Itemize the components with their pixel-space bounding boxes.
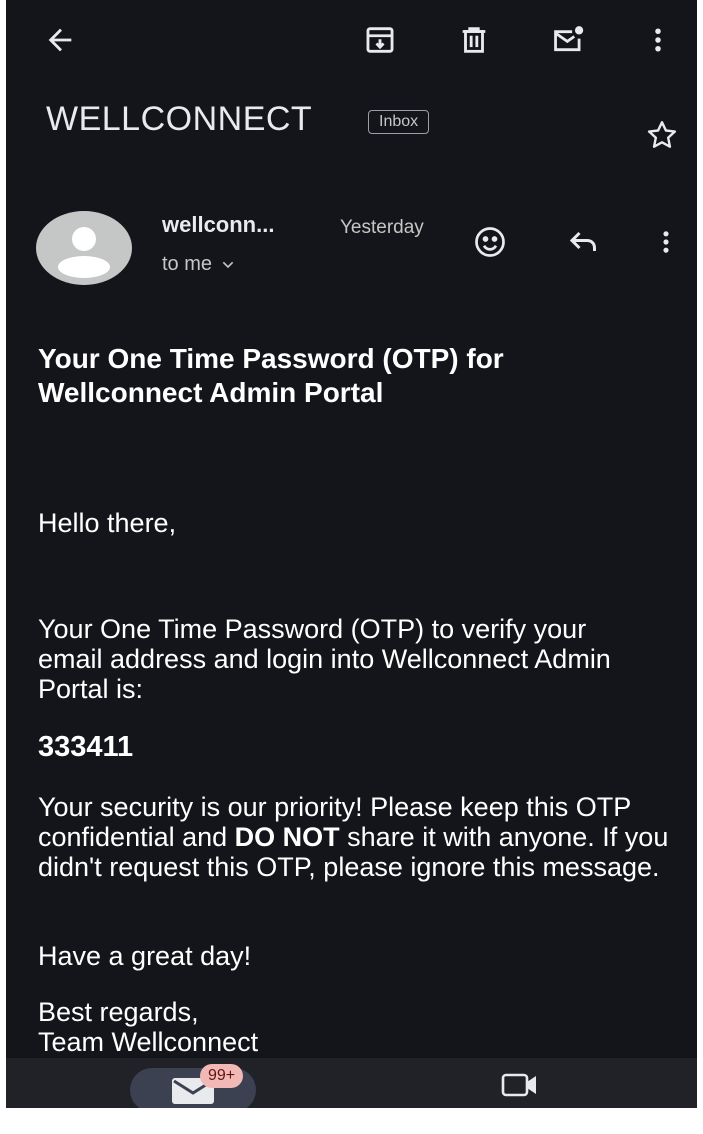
delete-icon[interactable] [454, 20, 494, 60]
top-toolbar [6, 0, 697, 80]
regards-text: Best regards, [38, 997, 199, 1027]
recipient-label: to me [162, 253, 213, 275]
subject-title: WELLCONNECT [46, 100, 313, 138]
recipient-toggle[interactable]: to me [162, 253, 236, 276]
archive-icon[interactable] [360, 20, 400, 60]
otp-code: 333411 [38, 731, 134, 763]
signature-text: Team Wellconnect [38, 1027, 259, 1057]
back-arrow-icon[interactable] [40, 20, 80, 60]
mark-unread-icon[interactable] [548, 20, 588, 60]
avatar[interactable] [36, 211, 132, 285]
chevron-down-icon [222, 261, 234, 268]
security-text-bold: DO NOT [234, 822, 340, 852]
unread-count-badge: 99+ [200, 1064, 244, 1088]
sender-name[interactable]: wellconn... [162, 212, 274, 238]
more-vert-icon[interactable] [638, 20, 678, 60]
subject-row: WELLCONNECT Inbox [46, 100, 430, 139]
video-icon[interactable] [500, 1070, 540, 1100]
email-view: WELLCONNECT Inbox wellconn... Yesterday … [6, 0, 697, 1108]
emoji-reaction-icon[interactable] [470, 222, 510, 262]
email-body-title: Your One Time Password (OTP) for Wellcon… [38, 343, 504, 408]
intro-paragraph: Your One Time Password (OTP) to verify y… [38, 614, 611, 704]
bottom-navigation: 99+ [6, 1058, 697, 1108]
message-more-icon[interactable] [646, 222, 686, 262]
inbox-label-chip[interactable]: Inbox [368, 110, 430, 134]
reply-icon[interactable] [564, 222, 604, 262]
star-icon[interactable] [644, 117, 680, 153]
email-date: Yesterday [340, 217, 424, 238]
greeting-text: Hello there, [38, 508, 177, 538]
security-paragraph: Your security is our priority! Please ke… [38, 792, 678, 882]
closing-text: Have a great day! [38, 941, 252, 971]
